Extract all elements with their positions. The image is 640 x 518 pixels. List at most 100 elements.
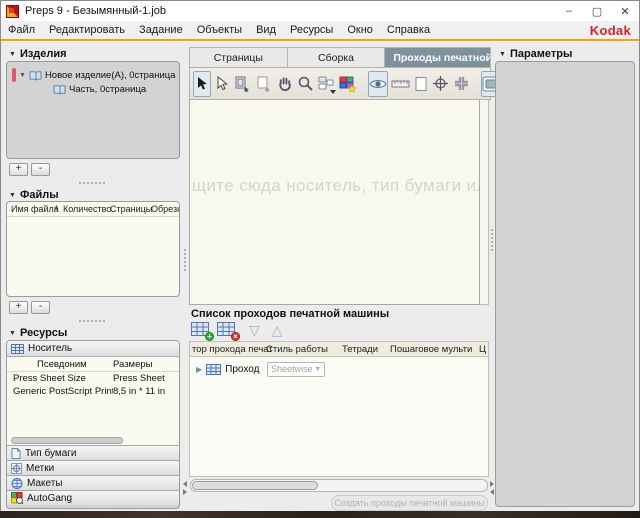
menu-help[interactable]: Справка bbox=[380, 21, 437, 39]
pan-tool-button[interactable] bbox=[275, 71, 294, 97]
products-panel-header[interactable]: ▼ Изделия bbox=[9, 48, 67, 60]
menu-view[interactable]: Вид bbox=[249, 21, 283, 39]
magnifier-icon bbox=[297, 75, 314, 92]
tab-pages[interactable]: Страницы bbox=[190, 48, 288, 67]
resources-section-templates[interactable]: Макеты bbox=[7, 475, 179, 490]
fit-view-button[interactable] bbox=[452, 71, 471, 97]
press-run-icon bbox=[206, 364, 221, 375]
press-run-row[interactable]: ▶ Проход пе Sheetwise ▼ bbox=[190, 359, 488, 379]
column-header-quantity[interactable]: Количество bbox=[63, 204, 111, 214]
layout-canvas[interactable]: щите сюда носитель, тип бумаги или ц bbox=[189, 100, 480, 305]
resources-section-label: Тип бумаги bbox=[25, 448, 77, 459]
add-file-button[interactable]: + bbox=[9, 301, 28, 314]
remove-product-button[interactable]: - bbox=[31, 163, 50, 176]
work-style-dropdown[interactable]: Sheetwise ▼ bbox=[267, 362, 325, 377]
menu-edit[interactable]: Редактировать bbox=[42, 21, 132, 39]
direct-select-arrow-icon bbox=[214, 76, 230, 92]
tab-assembly[interactable]: Сборка bbox=[288, 48, 386, 67]
add-press-run-button[interactable]: + bbox=[191, 322, 211, 338]
canvas-vertical-scrollbar[interactable] bbox=[480, 100, 489, 305]
media-row[interactable]: Generic PostScript Printer 8,5 in * 11 i… bbox=[7, 385, 179, 398]
column-header-work-style[interactable]: Стиль работы bbox=[266, 344, 328, 355]
column-header-filename[interactable]: Имя файла bbox=[11, 204, 59, 214]
close-button[interactable]: ✕ bbox=[611, 1, 639, 21]
paper-type-icon bbox=[11, 448, 21, 459]
column-header-step-repeat[interactable]: Пошаговое мульти bbox=[390, 344, 472, 355]
column-header-size[interactable]: Размеры bbox=[113, 359, 175, 370]
create-press-runs-button[interactable]: Создать проходы печатной машины bbox=[331, 495, 488, 511]
duplicate-page-tool-button[interactable] bbox=[233, 71, 252, 97]
column-header-press-run-name[interactable]: тор прохода печат bbox=[192, 344, 273, 355]
splitter-handle[interactable] bbox=[184, 249, 186, 271]
column-header-trim[interactable]: Обрезк bbox=[151, 204, 180, 214]
move-down-button[interactable]: ▽ bbox=[249, 323, 260, 337]
splitter-handle[interactable] bbox=[491, 229, 493, 251]
sort-ascending-icon[interactable]: ▲ bbox=[53, 204, 60, 211]
zoom-tool-button[interactable] bbox=[296, 71, 315, 97]
move-up-button[interactable]: △ bbox=[272, 323, 283, 337]
canvas-toolbar bbox=[189, 67, 491, 100]
marks-target-icon bbox=[11, 463, 22, 474]
press-run-horizontal-scrollbar[interactable] bbox=[190, 479, 488, 492]
preview-toggle-button[interactable] bbox=[368, 71, 388, 97]
product-tree-item[interactable]: ▼ Новое изделие(А), 0страница bbox=[12, 68, 176, 82]
delete-press-run-button[interactable]: × bbox=[217, 322, 237, 338]
scrollbar-thumb[interactable] bbox=[192, 481, 318, 490]
select-tool-button[interactable] bbox=[193, 71, 211, 97]
expand-right-icon[interactable] bbox=[183, 489, 187, 495]
files-panel-header[interactable]: ▼ Файлы bbox=[9, 189, 59, 201]
chevron-down-icon: ▼ bbox=[314, 366, 321, 373]
column-header-pages[interactable]: Страницы bbox=[110, 204, 152, 214]
splitter-collapse-buttons[interactable] bbox=[182, 481, 188, 495]
product-color-marker bbox=[12, 68, 16, 82]
maximize-button[interactable]: ▢ bbox=[583, 1, 611, 21]
expand-right-icon[interactable] bbox=[490, 481, 494, 487]
window-controls: – ▢ ✕ bbox=[555, 1, 639, 21]
menu-window[interactable]: Окно bbox=[340, 21, 380, 39]
row-expand-icon[interactable]: ▶ bbox=[196, 365, 202, 374]
tab-press-runs[interactable]: Проходы печатной маши bbox=[385, 48, 490, 67]
kodak-logo: Kodak bbox=[590, 23, 631, 38]
menu-objects[interactable]: Объекты bbox=[190, 21, 249, 39]
resources-section-media[interactable]: Носитель bbox=[7, 341, 179, 357]
center-marks-button[interactable] bbox=[431, 71, 450, 97]
remove-file-button[interactable]: - bbox=[31, 301, 50, 314]
wizard-button[interactable] bbox=[338, 71, 358, 97]
resources-section-marks[interactable]: Метки bbox=[7, 460, 179, 475]
menu-job[interactable]: Задание bbox=[132, 21, 190, 39]
window-title: Preps 9 - Безымянный-1.job bbox=[25, 5, 166, 17]
column-header-signatures[interactable]: Тетради bbox=[342, 344, 378, 355]
add-product-button[interactable]: + bbox=[9, 163, 28, 176]
media-horizontal-scrollbar[interactable] bbox=[9, 436, 177, 445]
resources-section-autogang[interactable]: AutoGang bbox=[7, 490, 179, 505]
work-style-value: Sheetwise bbox=[271, 364, 313, 374]
sheet-toggle-button[interactable] bbox=[413, 71, 429, 97]
app-window: Preps 9 - Безымянный-1.job – ▢ ✕ Файл Ре… bbox=[0, 0, 640, 512]
resources-section-paper-type[interactable]: Тип бумаги bbox=[7, 445, 179, 460]
part-icon bbox=[53, 84, 66, 95]
column-header-colors[interactable]: Ц bbox=[479, 344, 486, 355]
column-header-alias[interactable]: Псевдоним bbox=[7, 359, 113, 370]
layout-mode-button[interactable] bbox=[317, 71, 336, 97]
collapse-left-icon[interactable] bbox=[183, 481, 187, 487]
media-row[interactable]: Press Sheet Size Press Sheet bbox=[7, 372, 179, 385]
press-run-table-body: ▶ Проход пе Sheetwise ▼ bbox=[189, 357, 489, 477]
menu-resources[interactable]: Ресурсы bbox=[283, 21, 340, 39]
resources-panel-header[interactable]: ▼ Ресурсы bbox=[9, 327, 67, 339]
resources-section-label: Макеты bbox=[27, 478, 63, 489]
scrollbar-thumb[interactable] bbox=[11, 437, 123, 444]
tree-collapse-icon[interactable]: ▼ bbox=[19, 72, 26, 79]
parameters-panel-header[interactable]: ▼ Параметры bbox=[499, 48, 572, 60]
direct-select-tool-button[interactable] bbox=[213, 71, 231, 97]
splitter-handle[interactable] bbox=[79, 182, 105, 184]
products-panel-title: Изделия bbox=[20, 48, 67, 60]
menu-file[interactable]: Файл bbox=[1, 21, 42, 39]
part-tree-item[interactable]: Часть, 0страница bbox=[53, 84, 146, 95]
collapse-left-icon[interactable] bbox=[490, 489, 494, 495]
splitter-handle[interactable] bbox=[79, 320, 105, 322]
page-arrow-icon bbox=[255, 75, 272, 92]
ruler-toggle-button[interactable] bbox=[390, 71, 411, 97]
minimize-button[interactable]: – bbox=[555, 1, 583, 21]
page-tool-button[interactable] bbox=[254, 71, 273, 97]
media-size: 8,5 in * 11 in bbox=[113, 386, 175, 397]
